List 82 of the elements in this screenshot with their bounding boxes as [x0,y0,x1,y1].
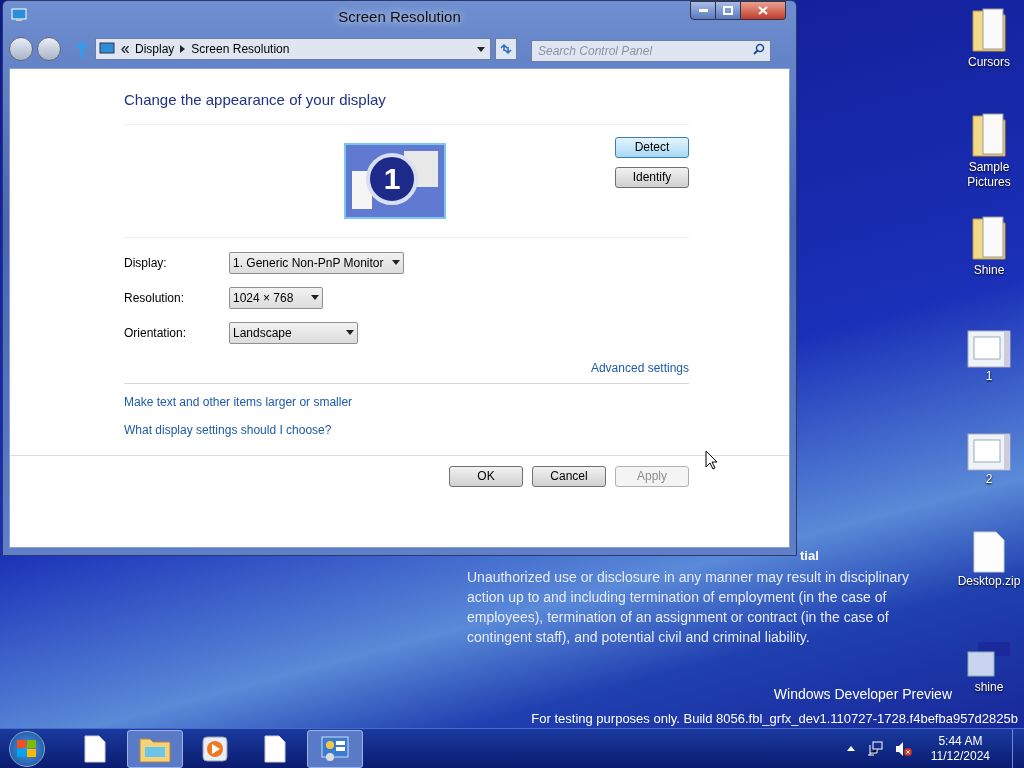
breadcrumb-item[interactable]: Screen Resolution [191,40,290,58]
archive-icon [966,430,1012,472]
minimize-button[interactable] [690,1,716,20]
document-icon [84,734,106,763]
desktop-icon[interactable]: Desktop.zip [956,530,1022,589]
desktop-icon-label: 2 [985,472,993,487]
desktop-icon[interactable]: Sample Pictures [956,110,1022,190]
taskbar-button[interactable] [127,729,183,768]
refresh-button[interactable] [495,38,517,60]
close-icon [758,6,768,15]
archive-icon [966,327,1012,369]
desktop-icon[interactable]: Shine [956,213,1022,278]
desktop-icon-label: Sample Pictures [966,160,1012,190]
shortcut-icon [966,640,1012,680]
mouse-pointer-icon [705,450,718,470]
desktop-icon[interactable]: 2 [956,430,1022,487]
help-link[interactable]: What display settings should I choose? [124,420,332,439]
field-label: Display: [124,254,168,272]
dropdown[interactable]: Landscape [229,321,358,344]
clock-time: 5:44 AM [938,733,983,749]
monitor-icon [11,7,27,23]
window-title: Screen Resolution [338,6,461,27]
search-field[interactable]: Search Control Panel [531,40,771,62]
muted-speaker-icon [894,740,913,757]
control-panel-icon [320,734,350,763]
windows-logo-icon [17,739,37,758]
monitor-drawing[interactable]: 1 [343,142,446,219]
desktop-icon-label: Desktop.zip [957,574,1021,589]
play-icon [202,735,228,762]
forward-button[interactable] [37,37,61,61]
dropdown[interactable]: 1. Generic Non-PnP Monitor [229,251,404,274]
notice-text: Unauthorized use or disclosure in any manner may result in disciplinary action up to and including termination of employment (in the case of employees), termination of an assignment or contract (in the case of contingent staff), and potential civil and criminal liability. [467,567,910,647]
dialog-button[interactable]: Detect [615,136,689,158]
desktop-icon-label: shine [974,680,1004,695]
dropdown-value: 1024 × 768 [233,289,294,307]
caret-icon [477,46,485,52]
dropdown-value: Landscape [233,324,292,342]
field-label: Orientation: [124,324,188,342]
folder-icon [969,5,1009,55]
taskbar-button[interactable] [307,729,363,768]
up-arrow-icon [75,41,89,57]
caret-icon [346,330,354,335]
field-label: Resolution: [124,289,186,307]
dialog-button[interactable]: Identify [615,166,689,188]
up-caret-icon [846,746,855,751]
desktop-icon[interactable]: 1 [956,327,1022,384]
breadcrumb-item[interactable]: Display [135,40,175,58]
double-chevron-icon [121,45,129,53]
desktop-icon-label: Cursors [968,55,1010,70]
caret-icon [392,260,400,265]
desktop-icon[interactable]: shine [956,640,1022,695]
help-link[interactable]: Make text and other items larger or smaller [124,392,353,411]
folder-icon [969,213,1009,263]
dialog-button[interactable]: Cancel [532,465,606,487]
advanced-settings-link[interactable]: Advanced settings [590,358,689,377]
start-button[interactable] [9,730,45,767]
desktop-icon-label: 1 [985,369,993,384]
search-icon [753,43,765,55]
maximize-icon [723,6,733,15]
notice-heading: tial [800,547,819,565]
dropdown-value: 1. Generic Non-PnP Monitor [233,254,384,272]
document-icon [972,530,1006,574]
network-icon [866,740,883,757]
dropdown[interactable]: 1024 × 768 [229,286,323,309]
folder-icon [969,110,1009,160]
dialog-button[interactable]: OK [449,465,523,487]
document-icon [264,734,286,763]
minimize-icon [698,9,708,12]
back-button[interactable] [9,37,33,61]
page-heading: Change the appearance of your display [124,90,387,110]
address-bar[interactable]: Display Screen Resolution [95,38,491,60]
watermark-title: Windows Developer Preview [773,685,952,704]
desktop-icon[interactable]: Cursors [956,5,1022,70]
refresh-icon [499,43,513,55]
separator-arrow-icon [180,45,186,53]
close-button[interactable] [741,1,786,20]
caret-icon [311,295,319,300]
desktop-icon-label: Shine [973,263,1005,278]
clock-date: 11/12/2024 [930,748,990,764]
monitor-icon [99,42,115,56]
maximize-button[interactable] [716,1,741,20]
watermark-build: For testing purposes only. Build 8056.fbl_grfx_dev1.110727-1728.f4befba957d2825b [531,710,1018,728]
